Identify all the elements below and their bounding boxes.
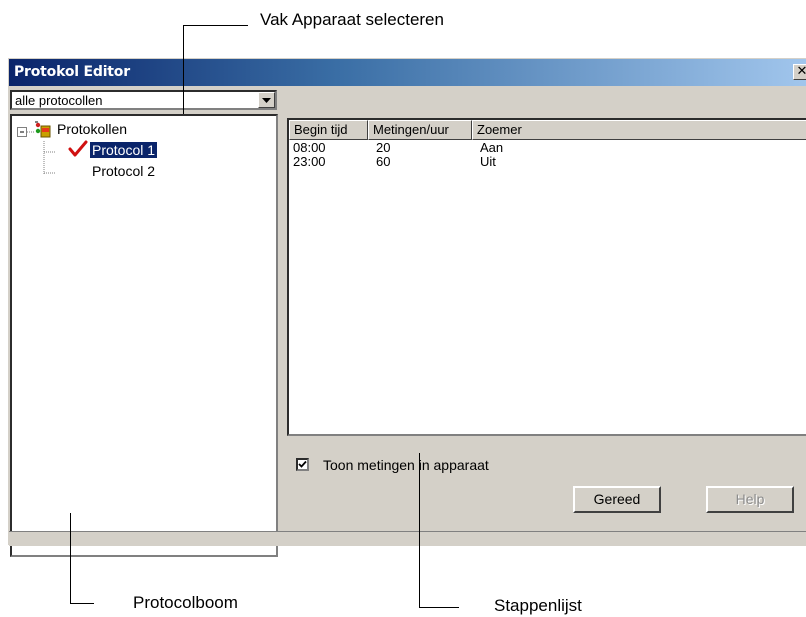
tree-item-protocol-1[interactable]: Protocol 1 xyxy=(88,141,159,159)
collapse-minus-icon[interactable] xyxy=(15,125,27,137)
tree-root-label[interactable]: Protokollen xyxy=(57,121,127,137)
callout-line-left-horizontal xyxy=(70,603,94,604)
cell-begin-time: 23:00 xyxy=(293,154,326,169)
close-button[interactable]: ✕ xyxy=(793,64,806,80)
callout-device-select: Vak Apparaat selecteren xyxy=(260,10,444,29)
done-button[interactable]: Gereed xyxy=(573,486,661,513)
red-checkmark-icon xyxy=(68,140,88,157)
close-icon: ✕ xyxy=(796,64,806,79)
cell-begin-time: 08:00 xyxy=(293,140,326,155)
column-header-measurements[interactable]: Metingen/uur xyxy=(368,120,472,140)
cell-measurements: 60 xyxy=(376,154,391,169)
protocol-tree[interactable]: Protokollen Protocol 1 Protocol 2 xyxy=(10,114,278,557)
help-button[interactable]: Help xyxy=(706,486,794,513)
dropdown-button[interactable] xyxy=(258,92,275,108)
cell-buzzer: Uit xyxy=(480,154,496,169)
callout-step-list: Stappenlijst xyxy=(494,596,582,615)
status-bar xyxy=(9,531,806,546)
window-title: Protokol Editor xyxy=(14,64,130,80)
device-select-value: alle protocollen xyxy=(15,93,103,108)
tree-item-protocol-2[interactable]: Protocol 2 xyxy=(92,163,155,179)
title-bar[interactable]: Protokol Editor ✕ xyxy=(9,59,806,86)
cell-buzzer: Aan xyxy=(480,140,504,155)
callout-line-right-vertical xyxy=(419,453,420,608)
step-list[interactable]: Begin tijd Metingen/uur Zoemer 08:00 20 … xyxy=(287,118,806,436)
show-measurements-label[interactable]: Toon metingen in apparaat xyxy=(323,457,489,473)
device-select-dropdown[interactable]: alle protocollen xyxy=(10,90,277,110)
protocol-editor-window: Protokol Editor ✕ alle protocollen Proto… xyxy=(8,58,806,557)
show-measurements-checkbox[interactable] xyxy=(296,458,309,471)
callout-line-top-horizontal xyxy=(183,25,248,26)
protocol-folder-icon xyxy=(35,121,51,138)
callout-line-left-vertical xyxy=(70,513,71,603)
chevron-down-icon xyxy=(262,98,271,103)
column-header-buzzer[interactable]: Zoemer xyxy=(472,120,806,140)
callout-line-right-horizontal xyxy=(419,607,459,608)
callout-protocol-tree: Protocolboom xyxy=(133,593,238,612)
checkmark-icon xyxy=(298,460,307,468)
table-row[interactable]: 23:00 60 Uit xyxy=(289,154,806,170)
column-header-begin-time[interactable]: Begin tijd xyxy=(289,120,368,140)
cell-measurements: 20 xyxy=(376,140,391,155)
callout-line-top-vertical xyxy=(183,25,184,114)
